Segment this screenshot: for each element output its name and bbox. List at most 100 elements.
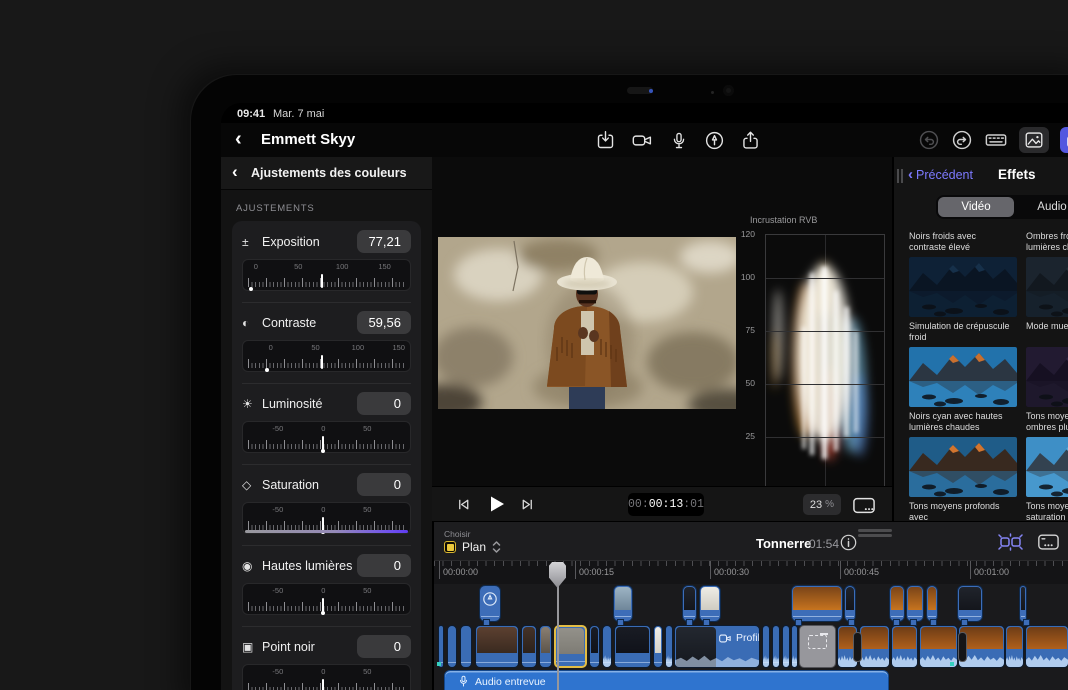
main-clip[interactable] xyxy=(653,625,663,668)
overview-icon[interactable] xyxy=(997,531,1023,558)
main-clip[interactable] xyxy=(460,625,472,668)
timeline-ruler[interactable]: 00:00:0000:00:1500:00:3000:00:4500:01:00 xyxy=(434,560,1068,585)
main-clip[interactable] xyxy=(772,625,780,668)
ruler-timestamp: 00:00:00 xyxy=(443,567,478,577)
audio-interview-clip[interactable]: Audio entrevue xyxy=(444,670,889,690)
main-clip[interactable] xyxy=(791,625,798,668)
adjustment-slider[interactable]: -50050 xyxy=(242,583,411,615)
adjustment-slider[interactable]: -50050 xyxy=(242,502,411,534)
panel-back-button[interactable]: ‹ xyxy=(232,162,238,182)
slider-origin-dot xyxy=(265,368,269,372)
main-clip[interactable] xyxy=(614,625,651,668)
slider-needle[interactable] xyxy=(322,598,324,612)
main-clip[interactable] xyxy=(521,625,537,668)
info-icon[interactable] xyxy=(840,534,857,556)
undo-icon[interactable] xyxy=(918,129,940,151)
adjustment-value[interactable]: 0 xyxy=(357,554,411,577)
connected-clip[interactable] xyxy=(613,585,633,622)
profil-clip[interactable]: Profil xyxy=(674,625,760,668)
slider-tick-label: 50 xyxy=(363,505,371,514)
connected-clip[interactable] xyxy=(699,585,721,622)
transition-marker[interactable] xyxy=(958,632,967,662)
effect-caption: Ombres froidlumières cha xyxy=(1026,231,1068,253)
main-clip[interactable] xyxy=(859,625,890,668)
slider-tick-label: 150 xyxy=(378,262,391,271)
tab-audio[interactable]: Audio xyxy=(1014,197,1068,217)
pip-viewer-icon[interactable] xyxy=(851,494,877,521)
connected-clip[interactable] xyxy=(791,585,843,622)
slider-needle[interactable] xyxy=(322,679,324,690)
connected-clip[interactable] xyxy=(957,585,983,622)
effect-thumbnail[interactable] xyxy=(909,437,1017,497)
effect-thumbnail[interactable] xyxy=(1026,437,1068,497)
slider-needle[interactable] xyxy=(321,355,323,369)
main-clip[interactable] xyxy=(1025,625,1068,668)
main-clip[interactable] xyxy=(665,625,673,668)
timeline-drag-handle[interactable] xyxy=(858,529,892,532)
main-clip[interactable] xyxy=(589,625,600,668)
effects-tab-bar: VidéoAudio xyxy=(936,195,1068,219)
adjustment-value[interactable]: 77,21 xyxy=(357,230,411,253)
slider-needle[interactable] xyxy=(322,436,324,450)
effect-thumbnail[interactable] xyxy=(909,347,1017,407)
effect-thumbnail[interactable] xyxy=(1026,347,1068,407)
adjustment-value[interactable]: 59,56 xyxy=(357,311,411,334)
slider-needle[interactable] xyxy=(322,517,324,531)
effects-browser-button[interactable] xyxy=(1060,127,1068,153)
adjustment-slider[interactable]: 050100150 xyxy=(242,259,411,291)
tab-vidéo[interactable]: Vidéo xyxy=(938,197,1014,217)
panel-resize-handle[interactable] xyxy=(897,169,899,183)
slider-needle[interactable] xyxy=(321,274,323,288)
adjustment-value[interactable]: 0 xyxy=(357,635,411,658)
adjustment-slider[interactable]: -50050 xyxy=(242,421,411,453)
connect-viewer-icon[interactable] xyxy=(1035,531,1061,558)
previous-frame-button[interactable] xyxy=(456,497,471,517)
zoom-level-control[interactable]: 23 % xyxy=(803,494,841,515)
clip-selector[interactable]: Plan xyxy=(444,540,501,554)
timecode-display[interactable]: 00:00:13:01 xyxy=(628,493,704,516)
connected-clip[interactable] xyxy=(926,585,938,622)
connected-clip[interactable] xyxy=(906,585,924,622)
transition-marker[interactable] xyxy=(853,632,862,662)
annotate-icon[interactable] xyxy=(704,130,725,151)
back-button[interactable]: ‹ xyxy=(235,127,242,151)
adjustment-value[interactable]: 0 xyxy=(357,392,411,415)
effect-thumbnail[interactable] xyxy=(909,257,1017,317)
share-icon[interactable] xyxy=(740,130,761,151)
adjustment-value[interactable]: 0 xyxy=(357,473,411,496)
chevron-updown-icon xyxy=(492,541,501,553)
connected-clip[interactable] xyxy=(682,585,697,622)
main-clip[interactable] xyxy=(539,625,552,668)
main-clip[interactable] xyxy=(447,625,457,668)
adjustment-slider[interactable]: 050100150 xyxy=(242,340,411,372)
main-clip[interactable] xyxy=(799,625,836,668)
timecode-current: 00:13 xyxy=(649,498,684,511)
adjustment-row-saturation: ◇Saturation0-50050 xyxy=(242,465,411,546)
main-clip[interactable] xyxy=(782,625,790,668)
main-clip[interactable] xyxy=(762,625,770,668)
effects-back-button[interactable]: ‹Précédent xyxy=(908,166,973,183)
media-browser-button[interactable] xyxy=(1019,127,1049,153)
connected-clip[interactable] xyxy=(479,585,501,622)
play-button[interactable] xyxy=(484,492,508,521)
main-clip[interactable] xyxy=(891,625,918,668)
keyboard-icon[interactable] xyxy=(984,129,1008,151)
main-clip[interactable] xyxy=(1005,625,1024,668)
viewer-panel: Incrustation RVB 1201007550250-20 xyxy=(432,157,892,521)
connected-clip[interactable] xyxy=(844,585,856,622)
contraste-icon: ◐ xyxy=(242,316,262,330)
mic-icon[interactable] xyxy=(669,130,689,151)
main-clip[interactable] xyxy=(602,625,612,668)
range-dot xyxy=(950,662,954,666)
slider-tick-label: -50 xyxy=(272,667,283,676)
section-label: AJUSTEMENTS xyxy=(221,190,432,221)
redo-icon[interactable] xyxy=(951,129,973,151)
connected-clip[interactable] xyxy=(889,585,905,622)
import-icon[interactable] xyxy=(595,130,616,151)
camera-icon[interactable] xyxy=(631,130,654,151)
adjustment-slider[interactable]: -50050 xyxy=(242,664,411,690)
main-clip[interactable] xyxy=(475,625,519,668)
next-frame-button[interactable] xyxy=(520,497,535,517)
connected-clip[interactable] xyxy=(1019,585,1027,622)
effect-thumbnail[interactable] xyxy=(1026,257,1068,317)
